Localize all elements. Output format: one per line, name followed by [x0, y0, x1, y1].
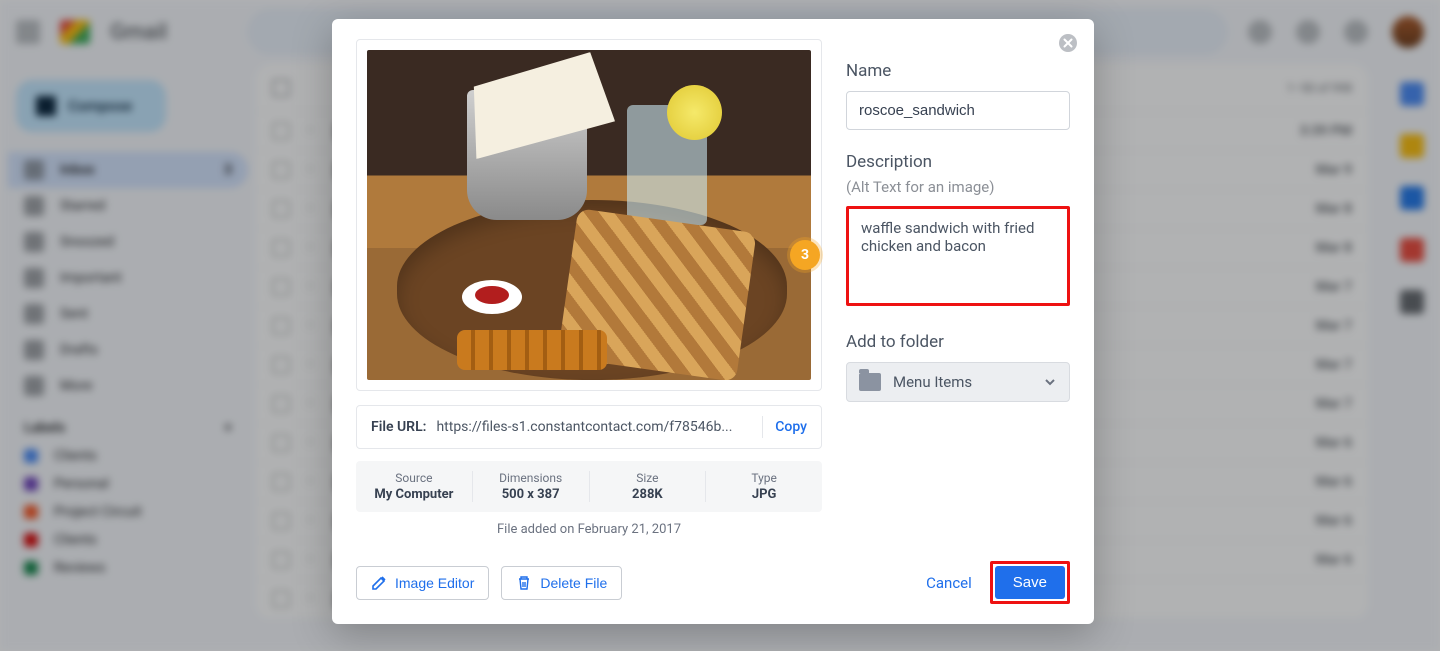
copy-url-button[interactable]: Copy — [775, 419, 807, 435]
file-url-label: File URL: — [371, 419, 426, 435]
step-badge: 3 — [790, 240, 820, 270]
description-label: Description — [846, 152, 1070, 172]
modal-footer: Image Editor Delete File Cancel Save — [356, 557, 1070, 604]
meta-source-value: My Computer — [356, 487, 472, 502]
delete-file-button[interactable]: Delete File — [501, 566, 622, 600]
meta-dimensions-label: Dimensions — [473, 471, 589, 485]
close-button[interactable] — [1058, 33, 1078, 53]
meta-dimensions-value: 500 x 387 — [473, 487, 589, 502]
cancel-button[interactable]: Cancel — [926, 574, 972, 592]
file-meta: Source My Computer Dimensions 500 x 387 Si… — [356, 461, 822, 512]
save-button[interactable]: Save — [995, 566, 1065, 599]
file-details-modal: File URL: https://files-s1.constantconta… — [332, 19, 1094, 624]
folder-value: Menu Items — [893, 373, 1031, 391]
meta-size-label: Size — [590, 471, 706, 485]
image-editor-button[interactable]: Image Editor — [356, 566, 489, 600]
chevron-down-icon — [1043, 375, 1057, 389]
image-preview-frame — [356, 39, 822, 391]
description-textarea[interactable] — [846, 206, 1070, 306]
edit-icon — [371, 575, 387, 591]
file-url-value[interactable]: https://files-s1.constantcontact.com/f78… — [436, 419, 750, 435]
close-icon — [1058, 33, 1078, 53]
folder-icon — [859, 373, 881, 391]
meta-type-label: Type — [706, 471, 822, 485]
meta-size-value: 288K — [590, 487, 706, 502]
name-input[interactable] — [846, 91, 1070, 130]
file-added-text: File added on February 21, 2017 — [356, 522, 822, 537]
description-hint: (Alt Text for an image) — [846, 178, 1070, 196]
folder-select[interactable]: Menu Items — [846, 362, 1070, 402]
meta-source-label: Source — [356, 471, 472, 485]
folder-label: Add to folder — [846, 332, 1070, 352]
file-url-row: File URL: https://files-s1.constantconta… — [356, 405, 822, 449]
name-label: Name — [846, 61, 1070, 81]
image-preview — [367, 50, 811, 380]
trash-icon — [516, 575, 532, 591]
save-highlight: Save — [990, 561, 1070, 604]
meta-type-value: JPG — [706, 487, 822, 502]
divider — [762, 416, 763, 438]
